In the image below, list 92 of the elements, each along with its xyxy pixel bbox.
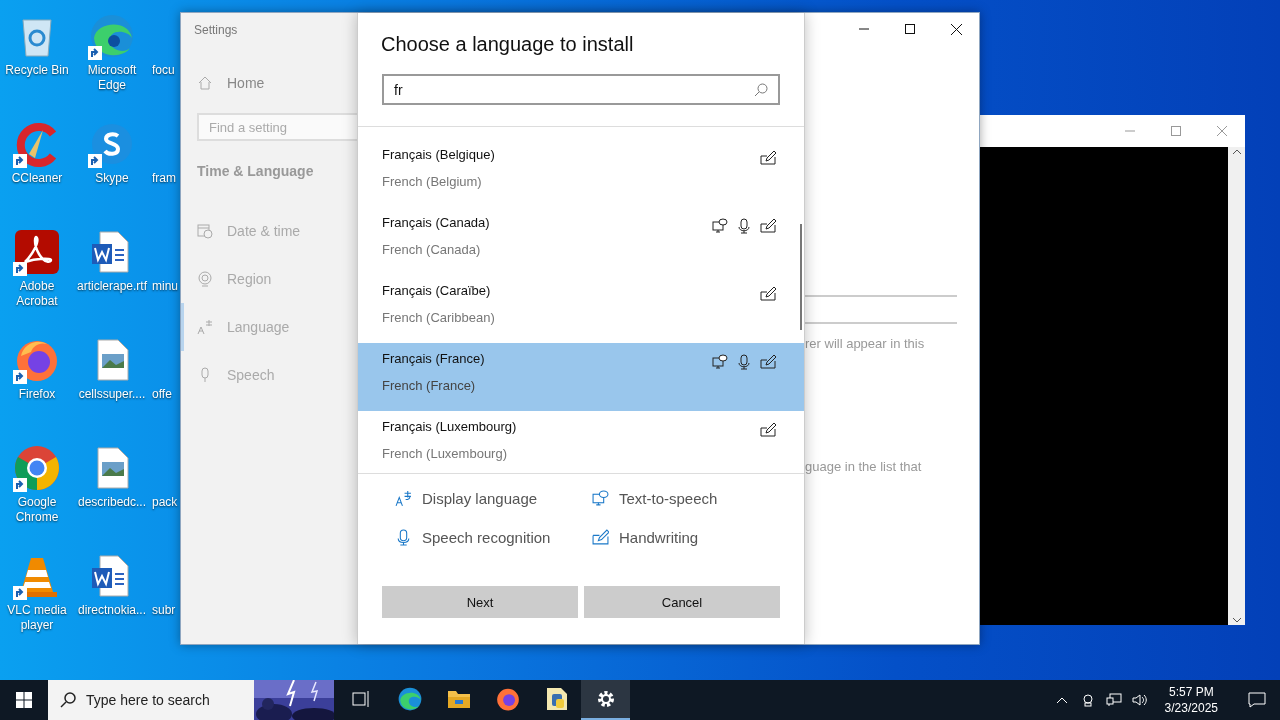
close-icon bbox=[1217, 126, 1227, 136]
scrollbar-thumb[interactable] bbox=[800, 224, 802, 330]
section-heading: Time & Language bbox=[197, 163, 315, 179]
desktop-icon-label[interactable]: focu bbox=[152, 63, 175, 78]
desktop-icon-label[interactable]: subr bbox=[152, 603, 176, 618]
acrobat-icon bbox=[13, 228, 61, 276]
language-row[interactable]: Français (Caraïbe) French (Caribbean) bbox=[358, 275, 804, 343]
desktop-icon-label[interactable]: describedc... bbox=[77, 495, 146, 510]
volume-icon[interactable] bbox=[1130, 693, 1149, 707]
desktop-icon-label[interactable]: Google Chrome bbox=[1, 495, 73, 525]
desktop-icon-label[interactable]: Firefox bbox=[18, 387, 56, 402]
scroll-up-icon[interactable] bbox=[1231, 147, 1242, 157]
language-native-name: Français (Canada) bbox=[382, 215, 490, 230]
globe-icon bbox=[197, 271, 213, 287]
language-english-name: French (Luxembourg) bbox=[382, 446, 508, 461]
language-native-name: Français (Belgique) bbox=[382, 147, 495, 162]
home-link[interactable]: Home bbox=[227, 75, 265, 91]
feature-legend-label: Handwriting bbox=[619, 529, 699, 546]
feature-legend-label: Text-to-speech bbox=[619, 490, 718, 507]
text-to-speech-icon bbox=[592, 490, 609, 507]
nav-item[interactable]: Speech bbox=[181, 351, 357, 399]
windows-logo-icon bbox=[16, 692, 32, 708]
folder-icon bbox=[446, 688, 471, 710]
chrome-icon bbox=[13, 444, 61, 492]
language-row[interactable]: Français (Luxembourg) French (Luxembourg) bbox=[358, 411, 804, 473]
desktop-icon-label[interactable]: VLC media player bbox=[1, 603, 73, 633]
text-to-speech-icon bbox=[712, 354, 728, 370]
home-icon bbox=[197, 75, 213, 91]
feature-legend-label: Speech recognition bbox=[422, 529, 551, 546]
language-english-name: French (Belgium) bbox=[382, 174, 483, 189]
desktop-icon-label[interactable]: articlerape.rtf bbox=[77, 279, 147, 294]
close-icon bbox=[950, 23, 962, 35]
desktop-icon-label[interactable]: Skype bbox=[95, 171, 129, 186]
task-view-icon bbox=[350, 689, 371, 709]
network-icon[interactable] bbox=[1104, 693, 1123, 707]
language-english-name: French (Caribbean) bbox=[382, 310, 495, 325]
language-english-name: French (France) bbox=[382, 378, 477, 393]
calendar-clock-icon bbox=[197, 223, 213, 239]
search-icon bbox=[60, 692, 76, 708]
desktop-icon-label[interactable]: Adobe Acrobat bbox=[1, 279, 73, 309]
language-icon bbox=[197, 319, 213, 335]
handwriting-icon bbox=[760, 150, 776, 166]
handwriting-icon bbox=[760, 218, 776, 234]
language-row[interactable]: Français (Canada) French (Canada) bbox=[358, 207, 804, 275]
search-box[interactable]: fr bbox=[382, 74, 780, 105]
nav-item[interactable]: Date & time bbox=[181, 207, 357, 255]
desktop-icon-label[interactable]: Recycle Bin bbox=[5, 63, 69, 78]
firefox-icon bbox=[494, 686, 521, 712]
nav-item[interactable]: Region bbox=[181, 255, 357, 303]
handwriting-icon bbox=[592, 529, 609, 546]
desktop-icon-label[interactable]: cellssuper.... bbox=[78, 387, 146, 402]
desktop-icon-label[interactable]: directnokia... bbox=[77, 603, 146, 618]
clock[interactable]: 5:57 PM 3/23/2025 bbox=[1164, 684, 1218, 716]
taskbar-app-button[interactable] bbox=[581, 680, 630, 720]
microphone-icon bbox=[736, 354, 752, 370]
search-icon bbox=[754, 82, 768, 97]
hint-text: rer will appear in this bbox=[805, 336, 926, 351]
language-native-name: Français (France) bbox=[382, 351, 485, 366]
scroll-down-icon[interactable] bbox=[1231, 615, 1242, 625]
desktop-icon-label[interactable]: minu bbox=[152, 279, 178, 294]
feature-legend-label: Display language bbox=[422, 490, 538, 507]
desktop-icon-label[interactable]: offe bbox=[152, 387, 172, 402]
edge-icon bbox=[396, 686, 423, 712]
next-button[interactable]: Next bbox=[382, 586, 578, 618]
desktop-icon-label[interactable]: CCleaner bbox=[11, 171, 63, 186]
taskbar-search-field[interactable]: Type here to search bbox=[84, 691, 248, 709]
dialog-title: Choose a language to install bbox=[381, 33, 635, 56]
language-native-name: Français (Luxembourg) bbox=[382, 419, 517, 434]
edge-icon bbox=[88, 12, 136, 60]
maximize-icon bbox=[905, 24, 915, 34]
handwriting-icon bbox=[760, 286, 776, 302]
display-language-icon bbox=[395, 490, 412, 507]
desktop-icon-label[interactable]: pack bbox=[152, 495, 178, 510]
microphone-icon bbox=[736, 218, 752, 234]
maximize-icon bbox=[1171, 126, 1181, 136]
language-row[interactable]: Français (France) French (France) bbox=[358, 343, 804, 411]
desktop-icon-label[interactable]: fram bbox=[152, 171, 176, 186]
desktop-icon-label[interactable]: Microsoft Edge bbox=[76, 63, 148, 93]
cancel-button[interactable]: Cancel bbox=[584, 586, 780, 618]
hint-text: guage in the list that bbox=[805, 459, 923, 474]
handwriting-icon bbox=[760, 422, 776, 438]
scrollbar[interactable] bbox=[1228, 147, 1245, 625]
chat-bubble-icon bbox=[1248, 692, 1266, 708]
language-native-name: Français (Caraïbe) bbox=[382, 283, 492, 298]
microphone-icon bbox=[395, 529, 412, 546]
handwriting-icon bbox=[760, 354, 776, 370]
language-english-name: French (Canada) bbox=[382, 242, 482, 257]
input-field[interactable] bbox=[805, 295, 957, 324]
language-row[interactable]: Français (Belgique) French (Belgium) bbox=[358, 139, 804, 207]
window-title: Settings bbox=[194, 23, 239, 37]
text-to-speech-icon bbox=[712, 218, 728, 234]
taskbar-search-box[interactable]: Type here to search bbox=[48, 680, 334, 720]
